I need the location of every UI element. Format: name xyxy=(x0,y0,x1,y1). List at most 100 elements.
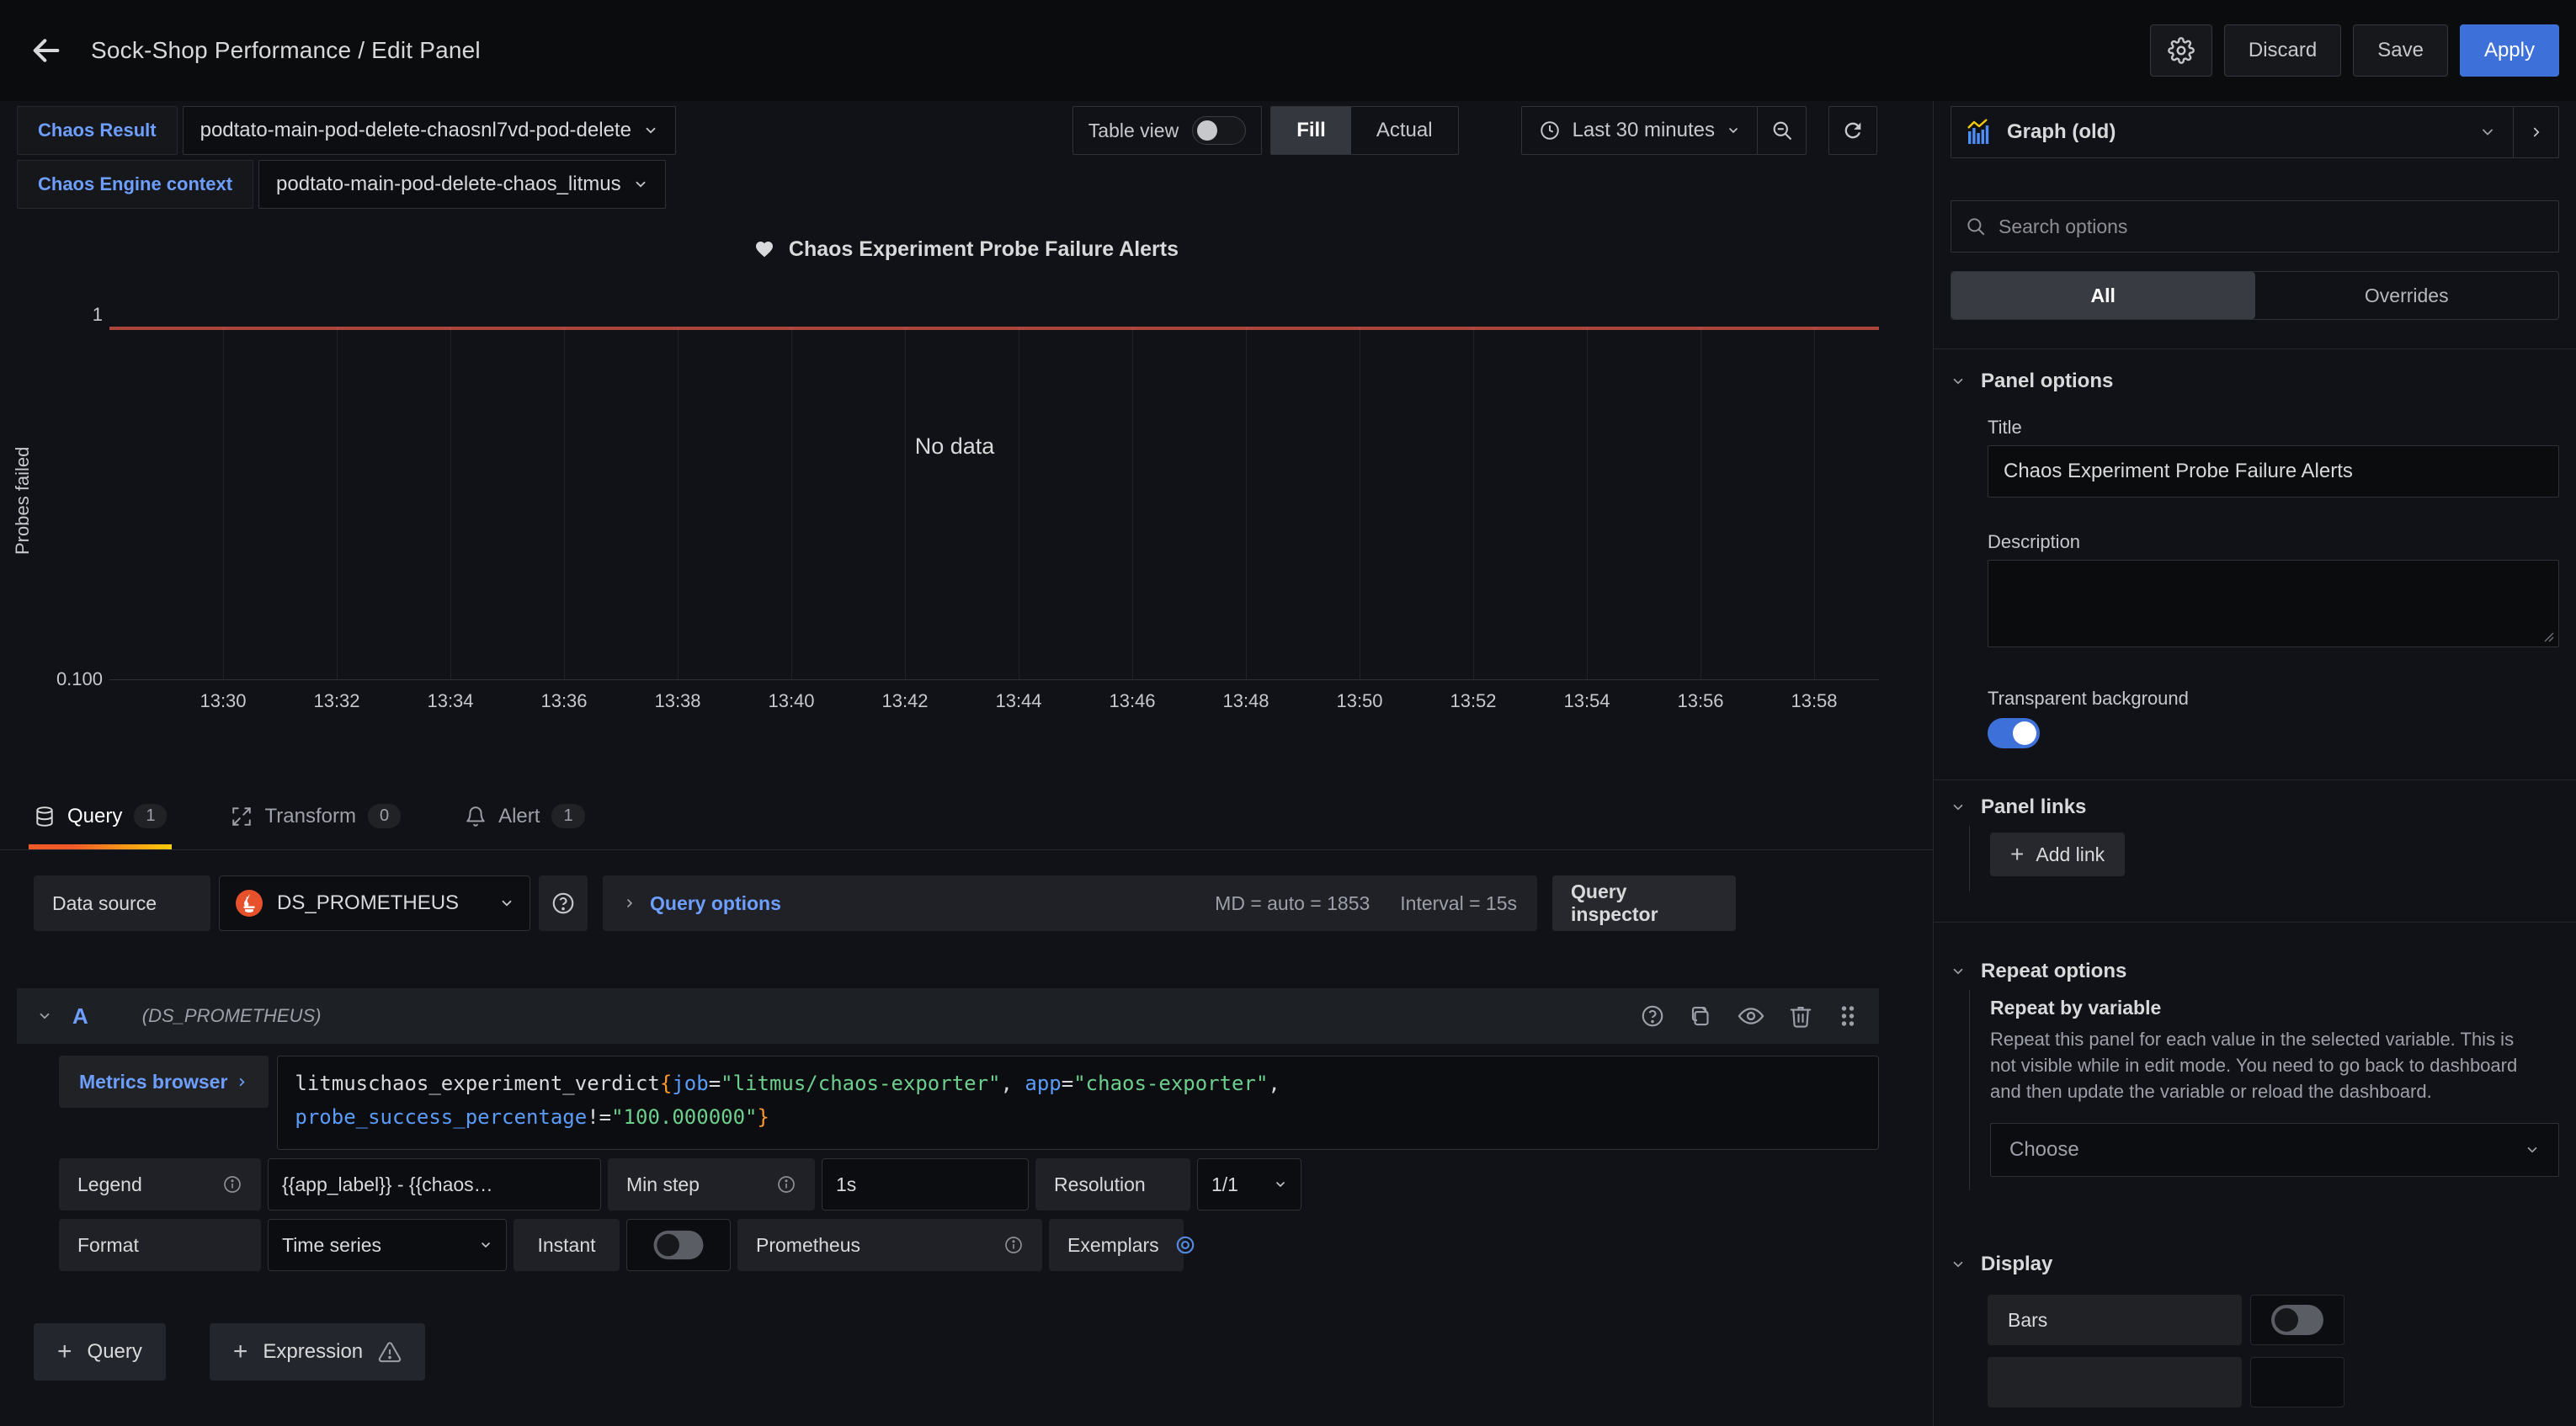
transparent-bg-toggle[interactable] xyxy=(1988,718,2040,748)
chart-plot[interactable]: No data xyxy=(109,316,1879,680)
legend-input[interactable]: {{app_label}} - {{chaos… xyxy=(268,1158,601,1211)
tab-count-badge: 1 xyxy=(134,804,167,828)
add-expression-button[interactable]: + Expression xyxy=(210,1323,425,1381)
refresh-button[interactable] xyxy=(1828,106,1877,155)
panel-links-content: + Add link xyxy=(1969,826,2559,891)
duplicate-icon[interactable] xyxy=(1689,1003,1714,1029)
y-tick-label: 1 xyxy=(8,304,103,326)
add-query-button[interactable]: + Query xyxy=(34,1323,166,1381)
divider xyxy=(1934,922,2576,923)
help-icon[interactable] xyxy=(1640,1003,1665,1029)
promql-query-input[interactable]: litmuschaos_experiment_verdict{job="litm… xyxy=(277,1056,1879,1150)
query-legend-row: Legend {{app_label}} - {{chaos… Min step… xyxy=(59,1158,1879,1211)
description-field-label: Description xyxy=(1988,531,2559,553)
chevron-down-icon xyxy=(1951,374,1966,389)
table-view-toggle[interactable] xyxy=(1192,116,1246,145)
section-panel-options[interactable]: Panel options xyxy=(1951,363,2559,400)
fill-actual-switch: Fill Actual xyxy=(1270,106,1458,155)
tab-count-badge: 0 xyxy=(368,804,401,828)
info-icon xyxy=(1003,1235,1024,1255)
tab-overrides[interactable]: Overrides xyxy=(2255,272,2559,319)
gridline xyxy=(791,327,792,679)
x-tick-label: 13:38 xyxy=(654,690,700,712)
chart-x-axis: 13:3013:3213:3413:3613:3813:4013:4213:44… xyxy=(109,690,1879,716)
prometheus-icon xyxy=(235,889,263,918)
topbar-actions: Discard Save Apply xyxy=(2150,24,2559,77)
repeat-variable-select[interactable]: Choose xyxy=(1990,1123,2559,1177)
grafana-edit-panel: Sock-Shop Performance / Edit Panel Disca… xyxy=(0,0,2576,1426)
panel-description-textarea[interactable] xyxy=(1988,560,2559,647)
query-row-tools xyxy=(1640,1003,1859,1030)
chevron-down-icon xyxy=(37,1008,52,1024)
gridline xyxy=(678,327,679,679)
y-axis-label: Probes failed xyxy=(12,379,34,623)
resize-handle-icon[interactable] xyxy=(2541,630,2555,643)
chevron-down-icon xyxy=(1727,124,1740,137)
save-button[interactable]: Save xyxy=(2353,24,2448,77)
query-options-label: Query options xyxy=(650,892,781,915)
datasource-picker[interactable]: DS_PROMETHEUS xyxy=(219,875,530,931)
query-actions: + Query + Expression xyxy=(34,1323,1933,1381)
actual-option[interactable]: Actual xyxy=(1351,107,1458,154)
trash-icon[interactable] xyxy=(1788,1003,1813,1029)
time-range-button[interactable]: Last 30 minutes xyxy=(1522,119,1757,142)
panel-settings-button[interactable] xyxy=(2150,24,2212,77)
query-row-body: Metrics browser litmuschaos_experiment_v… xyxy=(17,1044,1879,1271)
query-row-datasource: (DS_PROMETHEUS) xyxy=(142,1005,322,1027)
panel-title: Chaos Experiment Probe Failure Alerts xyxy=(0,237,1933,262)
apply-button[interactable]: Apply xyxy=(2460,24,2559,77)
variable-value-dropdown[interactable]: podtato-main-pod-delete-chaos_litmus xyxy=(258,160,666,209)
exemplars-icon[interactable] xyxy=(1174,1234,1196,1256)
zoom-out-icon xyxy=(1770,119,1794,142)
x-tick-label: 13:36 xyxy=(540,690,587,712)
fill-option[interactable]: Fill xyxy=(1271,107,1351,154)
section-repeat-options[interactable]: Repeat options xyxy=(1951,953,2559,990)
bell-icon xyxy=(465,806,487,827)
chevron-down-icon xyxy=(2462,124,2513,141)
plus-icon: + xyxy=(2010,841,2024,868)
drag-handle-icon[interactable] xyxy=(1837,1003,1859,1029)
chevron-down-icon xyxy=(643,123,658,138)
exemplars-label: Exemplars xyxy=(1049,1219,1184,1271)
tab-all[interactable]: All xyxy=(1951,272,2255,319)
options-search[interactable] xyxy=(1951,200,2559,253)
option-row-partial xyxy=(1988,1357,2559,1407)
query-options-bar[interactable]: Query options MD = auto = 1853 Interval … xyxy=(603,875,1537,931)
visualization-picker[interactable]: Graph (old) xyxy=(1951,106,2559,158)
back-button[interactable] xyxy=(17,21,76,80)
query-inspector-button[interactable]: Query inspector xyxy=(1552,875,1736,931)
query-row-header[interactable]: A (DS_PROMETHEUS) xyxy=(17,988,1879,1044)
no-data-message: No data xyxy=(109,434,1800,460)
min-step-input[interactable]: 1s xyxy=(822,1158,1029,1211)
metrics-browser-button[interactable]: Metrics browser xyxy=(59,1056,269,1108)
format-select[interactable]: Time series xyxy=(268,1219,507,1271)
chevron-right-icon xyxy=(236,1076,248,1088)
resolution-select[interactable]: 1/1 xyxy=(1197,1158,1301,1211)
variable-value-dropdown[interactable]: podtato-main-pod-delete-chaosnl7vd-pod-d… xyxy=(183,106,676,155)
x-tick-label: 13:44 xyxy=(995,690,1041,712)
gridline xyxy=(223,327,224,679)
time-range-picker: Last 30 minutes xyxy=(1521,106,1807,155)
gridline xyxy=(564,327,565,679)
section-display[interactable]: Display xyxy=(1951,1246,2559,1283)
datasource-help-button[interactable] xyxy=(539,875,588,931)
add-link-button[interactable]: + Add link xyxy=(1990,833,2125,876)
page-title: Sock-Shop Performance / Edit Panel xyxy=(91,37,481,64)
refresh-icon xyxy=(1841,119,1865,142)
chevron-right-icon xyxy=(623,897,636,910)
tab-transform[interactable]: Transform 0 xyxy=(226,783,406,849)
instant-toggle[interactable] xyxy=(654,1231,704,1259)
datasource-label: Data source xyxy=(34,875,210,931)
x-tick-label: 13:34 xyxy=(427,690,473,712)
discard-button[interactable]: Discard xyxy=(2224,24,2341,77)
tab-alert[interactable]: Alert 1 xyxy=(460,783,589,849)
bars-option-row: Bars xyxy=(1988,1295,2559,1345)
eye-icon[interactable] xyxy=(1738,1003,1764,1030)
panel-title-input[interactable] xyxy=(1988,445,2559,498)
section-panel-links[interactable]: Panel links xyxy=(1951,789,2559,826)
collapse-options-button[interactable] xyxy=(2513,107,2558,157)
zoom-out-button[interactable] xyxy=(1757,107,1806,154)
options-search-input[interactable] xyxy=(1999,215,2545,238)
bars-toggle[interactable] xyxy=(2271,1305,2323,1335)
tab-query[interactable]: Query 1 xyxy=(29,783,172,849)
